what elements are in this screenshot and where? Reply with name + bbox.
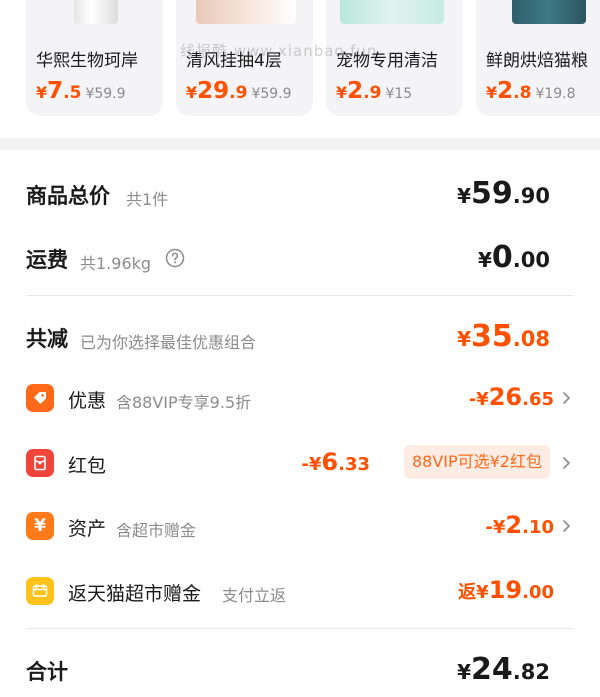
- total-discount-amount: ¥35.08: [457, 319, 550, 354]
- red-packet-row[interactable]: 红包 -¥6.33 88VIP可选¥2红包: [26, 445, 574, 481]
- assets-label: 资产: [68, 518, 107, 540]
- red-packet-amount: -¥6.33: [301, 448, 370, 476]
- section-gap: [0, 138, 600, 150]
- wallet-icon: [26, 577, 54, 605]
- total-discount-note: 已为你选择最佳优惠组合: [80, 333, 257, 352]
- shipping-label: 运费: [26, 248, 68, 272]
- total-discount-row: 共减 已为你选择最佳优惠组合 ¥35.08: [26, 317, 574, 357]
- recommendation-strip: 华熙生物珂岸 ¥7.5 ¥59.9 清风挂抽4层 ¥29.9 ¥59.9 宠物专用清…: [0, 0, 600, 138]
- product-image: [340, 0, 444, 24]
- product-price: ¥7.5 ¥59.9: [36, 78, 126, 104]
- chevron-right-icon: [563, 392, 570, 404]
- product-card[interactable]: 鲜朗烘焙猫粮 ¥2.8 ¥19.8: [476, 0, 600, 116]
- assets-amount: -¥2.10: [485, 511, 554, 539]
- tag-icon: [26, 384, 54, 412]
- product-card[interactable]: 华熙生物珂岸 ¥7.5 ¥59.9: [26, 0, 163, 116]
- red-packet-icon: [26, 449, 54, 477]
- product-image: [196, 0, 296, 24]
- assets-note: 含超市赠金: [116, 521, 197, 540]
- product-name: 华熙生物珂岸: [36, 51, 138, 71]
- divider: [26, 628, 574, 629]
- watermark-text: 线报酷 www.xianbao.fun: [180, 42, 378, 60]
- discount-amount: -¥26.65: [468, 383, 554, 411]
- product-name: 鲜朗烘焙猫粮: [486, 51, 588, 71]
- grand-total-amount: ¥24.82: [457, 652, 550, 687]
- cashback-note: 支付立返: [222, 586, 287, 605]
- product-image: [74, 0, 118, 24]
- product-price: ¥29.9 ¥59.9: [186, 78, 292, 104]
- cashback-amount: 返¥19.00: [458, 576, 554, 604]
- original-price: ¥59.9: [85, 86, 126, 102]
- original-price: ¥15: [385, 86, 413, 102]
- grand-total-label: 合计: [26, 660, 68, 684]
- original-price: ¥59.9: [251, 86, 292, 102]
- goods-count: 共1件: [126, 190, 169, 209]
- discount-row[interactable]: 优惠 含88VIP专享9.5折 -¥26.65: [26, 380, 574, 416]
- grand-total-row: 合计 ¥24.82: [26, 650, 574, 690]
- shipping-amount: ¥0.00: [478, 240, 550, 275]
- cashback-row: 返天猫超市赠金 支付立返 返¥19.00: [26, 573, 574, 609]
- shipping-weight: 共1.96kg: [80, 254, 152, 273]
- goods-total-amount: ¥59.90: [457, 176, 550, 211]
- chevron-right-icon: [563, 457, 570, 469]
- red-packet-label: 红包: [68, 455, 107, 477]
- product-image: [512, 0, 586, 24]
- divider: [26, 295, 574, 296]
- vip-red-packet-chip[interactable]: 88VIP可选¥2红包: [403, 445, 550, 479]
- product-price: ¥2.9 ¥15: [336, 78, 413, 104]
- total-discount-label: 共减: [26, 327, 68, 351]
- original-price: ¥19.8: [535, 86, 576, 102]
- assets-row[interactable]: ¥ 资产 含超市赠金 -¥2.10: [26, 508, 574, 544]
- goods-total-row: 商品总价 共1件 ¥59.90: [26, 174, 574, 214]
- shipping-row: 运费 共1.96kg ¥0.00: [26, 238, 574, 278]
- discount-note: 含88VIP专享9.5折: [116, 393, 252, 412]
- product-price: ¥2.8 ¥19.8: [486, 78, 576, 104]
- order-summary: 商品总价 共1件 ¥59.90 运费 共1.96kg ¥0.00 共减 已为你选…: [0, 150, 600, 697]
- discount-label: 优惠: [68, 390, 107, 412]
- chevron-right-icon: [563, 520, 570, 532]
- help-circle-icon[interactable]: [165, 248, 185, 268]
- cashback-label: 返天猫超市赠金: [68, 583, 202, 605]
- yen-asset-icon: ¥: [26, 512, 54, 540]
- goods-total-label: 商品总价: [26, 184, 110, 208]
